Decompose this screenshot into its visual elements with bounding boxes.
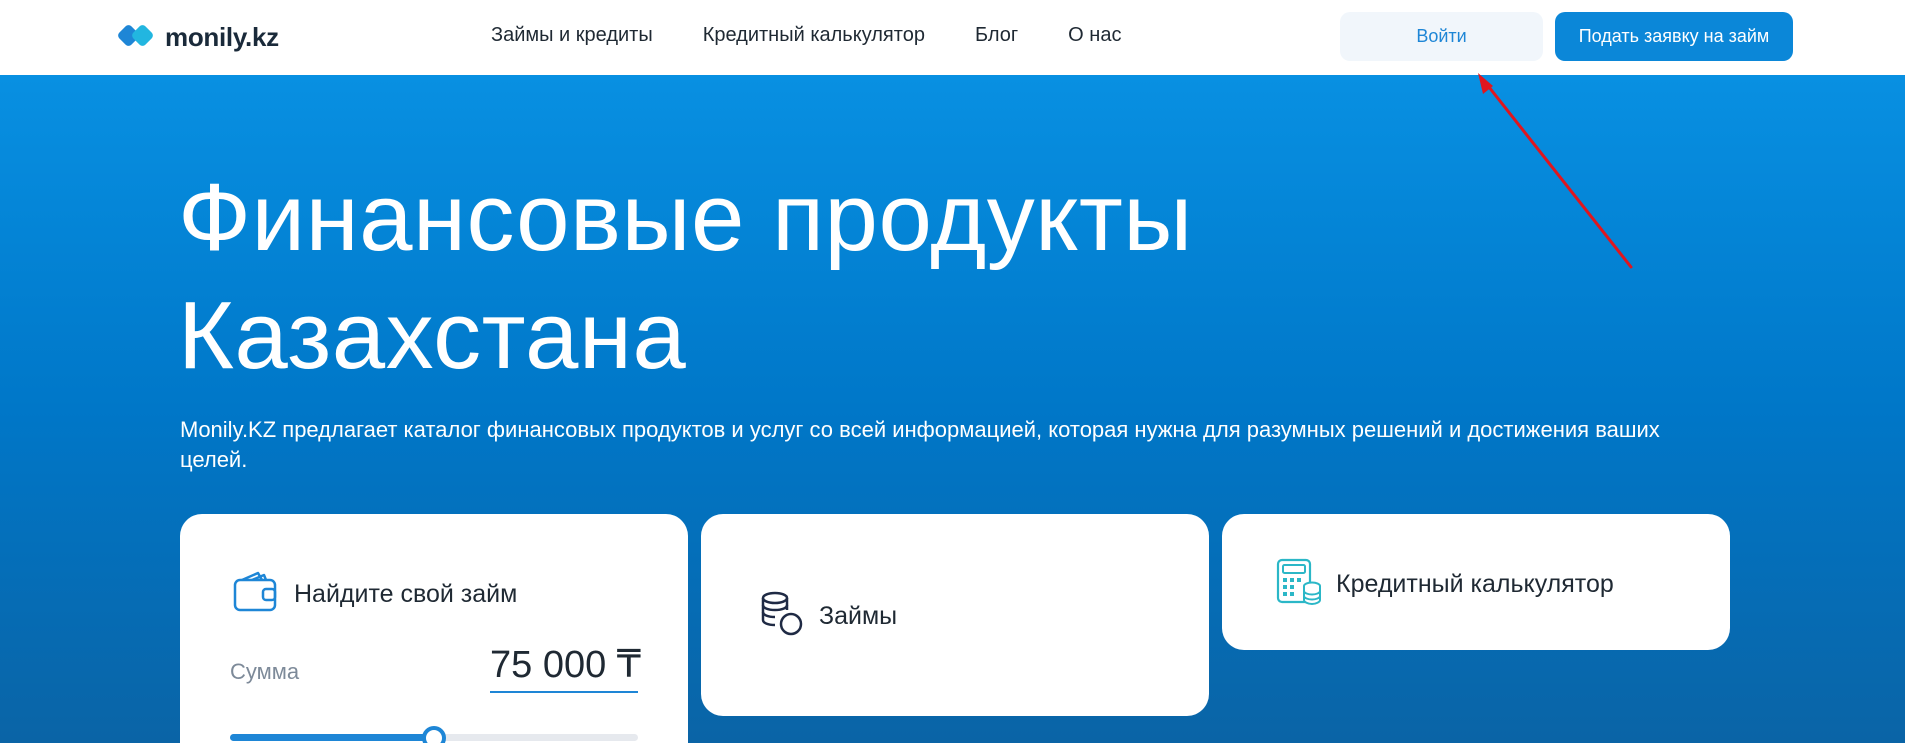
sum-input[interactable]: 75 000 ₸ — [490, 642, 641, 693]
apply-loan-button[interactable]: Подать заявку на займ — [1555, 12, 1793, 61]
coins-icon — [757, 590, 805, 643]
nav-about[interactable]: О нас — [1068, 24, 1121, 47]
credit-calculator-card[interactable]: Кредитный калькулятор — [1222, 514, 1730, 650]
hero-title-line-1: Финансовые продукты — [178, 164, 1193, 271]
credit-calculator-title: Кредитный калькулятор — [1336, 570, 1614, 598]
sum-slider-fill — [230, 734, 434, 741]
login-button[interactable]: Войти — [1340, 12, 1543, 61]
logo-icon — [117, 22, 157, 52]
logo-text: monily.kz — [165, 21, 279, 52]
sum-slider-thumb[interactable] — [422, 726, 446, 743]
sum-slider[interactable] — [230, 726, 638, 743]
hero-section: Финансовые продукты Казахстана Monily.KZ… — [0, 75, 1905, 743]
loan-finder-title: Найдите свой займ — [294, 580, 518, 608]
nav-credit-calculator[interactable]: Кредитный калькулятор — [703, 24, 925, 47]
nav-blog[interactable]: Блог — [975, 24, 1018, 47]
logo[interactable]: monily.kz — [117, 21, 279, 53]
hero-title: Финансовые продукты Казахстана — [178, 159, 1193, 395]
credit-calculator-header: Кредитный калькулятор — [1276, 558, 1614, 611]
calculator-icon — [1276, 558, 1322, 611]
loan-finder-card: Найдите свой займ Сумма 75 000 ₸ — [180, 514, 688, 743]
sum-label: Сумма — [230, 659, 300, 684]
hero-description: Monily.KZ предлагает каталог финансовых … — [180, 417, 1660, 472]
nav-loans-credits[interactable]: Займы и кредиты — [491, 24, 653, 47]
main-nav: Займы и кредиты Кредитный калькулятор Бл… — [491, 24, 1121, 47]
loans-card-header: Займы — [757, 590, 897, 643]
loans-card-title: Займы — [819, 602, 898, 630]
loan-finder-header: Найдите свой займ — [232, 570, 517, 619]
wallet-icon — [232, 570, 280, 619]
hero-title-line-2: Казахстана — [178, 282, 687, 389]
loans-card[interactable]: Займы — [701, 514, 1209, 716]
site-header: monily.kz Займы и кредиты Кредитный каль… — [0, 0, 1905, 75]
